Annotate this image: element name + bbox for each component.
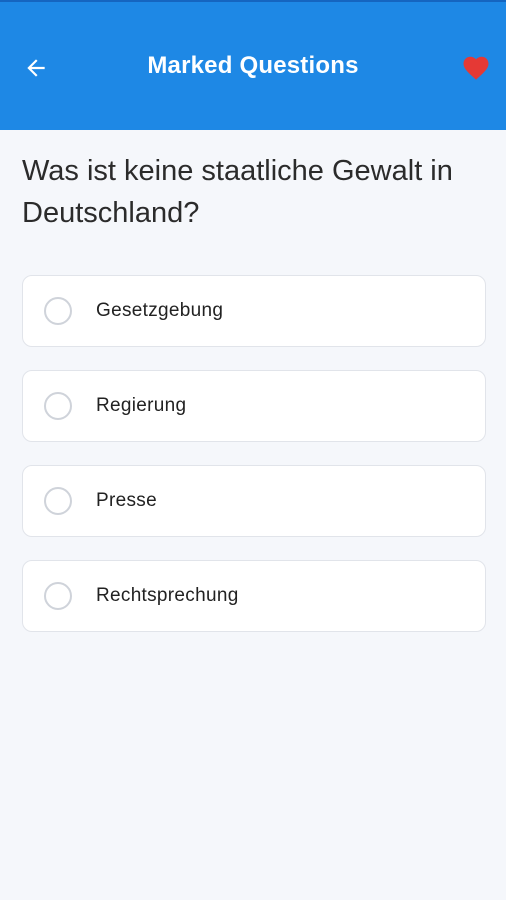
radio-button-icon[interactable] [44,487,72,515]
answer-option-label: Regierung [96,395,187,416]
answer-option[interactable]: Gesetzgebung [22,275,486,347]
page-title: Marked Questions [147,52,359,79]
answer-option[interactable]: Regierung [22,370,486,442]
answer-option-label: Presse [96,490,157,511]
favorite-button[interactable] [456,48,496,88]
answer-options: Gesetzgebung Regierung Presse Rechtsprec… [22,275,486,655]
answer-option[interactable]: Rechtsprechung [22,560,486,632]
radio-button-icon[interactable] [44,297,72,325]
answer-option[interactable]: Presse [22,465,486,537]
answer-option-label: Gesetzgebung [96,300,224,321]
app-screen: Marked Questions Was ist keine staatlich… [0,0,506,900]
radio-button-icon[interactable] [44,582,72,610]
radio-button-icon[interactable] [44,392,72,420]
question-text: Was ist keine staatliche Gewalt in Deuts… [22,155,453,229]
app-bar: Marked Questions [0,0,506,130]
heart-icon [463,56,489,80]
answer-option-label: Rechtsprechung [96,585,239,606]
